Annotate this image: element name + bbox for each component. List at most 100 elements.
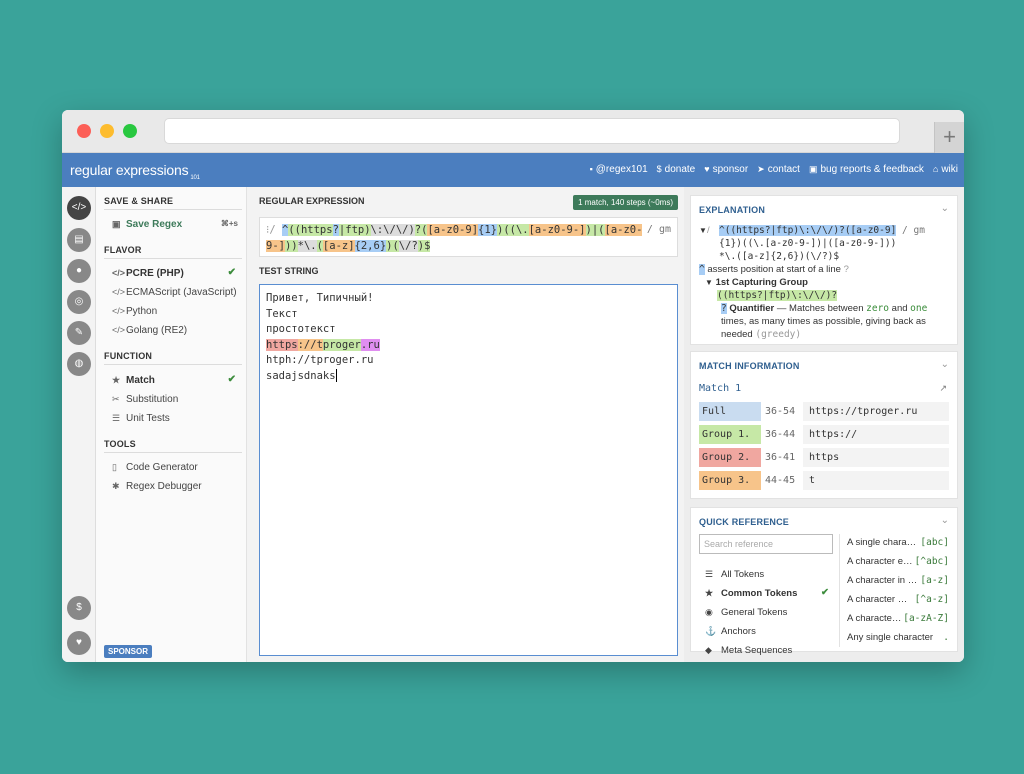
divider — [839, 534, 840, 647]
reference-token-description: A single chara… — [847, 537, 917, 548]
nav-link-bug-reports-feedback[interactable]: ▣ bug reports & feedback — [809, 164, 924, 175]
user-icon[interactable]: ● — [67, 259, 91, 283]
reference-token-row[interactable]: Any single character. — [847, 631, 949, 645]
nav-link-sponsor[interactable]: ♥ sponsor — [704, 164, 748, 175]
flavor-item-pcre[interactable]: </>PCRE (PHP) ✔ — [112, 266, 240, 280]
reference-token: [abc] — [920, 537, 949, 548]
collapse-triangle-icon[interactable]: ▼ — [699, 224, 707, 237]
reference-token-row[interactable]: A character in … [a-z] — [847, 574, 949, 588]
match-highlight: :// — [297, 338, 317, 351]
chevron-down-icon[interactable]: ⌄ — [941, 359, 949, 370]
gamepad-icon[interactable]: ◎ — [67, 290, 91, 314]
match-info-row: Group 1. 36-44 https:// — [699, 425, 949, 444]
nav-links: ▪ @regex101 $ donate ♥ sponsor ➤ contact ▣ bug re… — [590, 164, 958, 175]
nav-link-contact[interactable]: ➤ contact — [757, 164, 800, 175]
test-string-input[interactable]: Привет, Типичный! Текст простотекст http… — [259, 284, 678, 656]
share-icon[interactable]: ↗ — [939, 383, 947, 394]
quick-reference-panel: QUICK REFERENCE ⌄ Search reference ☰ All … — [690, 507, 958, 656]
check-icon: ✔ — [227, 267, 236, 278]
maximize-window-button[interactable] — [123, 124, 137, 138]
match-info-value: https:// — [803, 425, 949, 444]
close-window-button[interactable] — [77, 124, 91, 138]
regex-token: [a-z0-9] — [427, 224, 479, 236]
collapse-triangle-icon[interactable]: ▼ — [705, 278, 713, 287]
sponsor-tag[interactable]: SPONSOR — [104, 645, 153, 658]
chat-icon[interactable]: ◍ — [67, 352, 91, 376]
reference-token-row[interactable]: A character e… [^abc] — [847, 555, 949, 569]
regex-token: ?( — [414, 224, 428, 236]
reference-token-row[interactable]: A characte… [a-zA-Z] — [847, 612, 949, 626]
regex-token: )) — [284, 240, 298, 252]
match-info-range: 36-44 — [765, 429, 796, 440]
divider — [104, 209, 242, 210]
code-icon[interactable]: </> — [67, 196, 91, 220]
match-info-label: Group 2. — [699, 448, 761, 467]
function-item-substitution[interactable]: ✂ Substitution — [112, 392, 240, 406]
file-code-icon: ▯ — [112, 462, 117, 472]
save-regex-button[interactable]: ▣ Save Regex ⌘+s — [112, 217, 240, 231]
bank-icon: ⌂ — [932, 164, 939, 174]
reference-search-input[interactable]: Search reference — [699, 534, 833, 554]
code-icon: </> — [112, 287, 126, 297]
nav-link-wiki[interactable]: ⌂ wiki — [933, 164, 958, 175]
heart-icon: ♥ — [704, 164, 710, 174]
regex-token: {1} — [478, 224, 497, 236]
heart-icon[interactable]: ♥ — [67, 631, 91, 655]
reference-token-row[interactable]: A character … [^a-z] — [847, 593, 949, 607]
flavor-item-ecmascript[interactable]: </>ECMAScript (JavaScript) — [112, 285, 240, 299]
divider — [104, 364, 242, 365]
nav-link-donate[interactable]: $ donate — [657, 164, 696, 175]
reference-category-common-tokens[interactable]: ★ Common Tokens ✔ — [705, 586, 831, 600]
match-info-value: t — [803, 471, 949, 490]
dollar-icon: $ — [656, 164, 662, 174]
scissors-icon: ✂ — [112, 394, 120, 404]
site-logo[interactable]: regular expressions 101 — [70, 162, 200, 181]
chevron-down-icon[interactable]: ⌄ — [941, 203, 949, 214]
reference-category-general-tokens[interactable]: ◉ General Tokens — [705, 605, 831, 619]
star-icon: ★ — [705, 588, 714, 598]
wrench-icon[interactable]: ✎ — [67, 321, 91, 345]
flavor-item-python[interactable]: </>Python — [112, 304, 240, 318]
regex-token: ((https — [288, 224, 333, 236]
test-string-title: TEST STRING — [259, 266, 319, 276]
reference-token-description: A character e… — [847, 556, 913, 567]
function-item-match[interactable]: ★ Match ✔ — [112, 373, 240, 387]
reference-token: [a-z] — [920, 575, 949, 586]
regex-token: ( — [598, 224, 605, 236]
match-highlight: proger — [322, 338, 361, 351]
test-line-match: https://tproger.ru — [266, 338, 671, 354]
dollar-icon[interactable]: $ — [67, 596, 91, 620]
regex-input[interactable]: ⁝/ ^((https?|ftp)\:\/\/)?([a-z0-9]{1})((… — [259, 217, 678, 257]
target-icon: ◉ — [705, 607, 713, 617]
code-icon: </> — [112, 325, 126, 335]
reference-category-all-tokens[interactable]: ☰ All Tokens — [705, 567, 831, 581]
regex-open-delimiter: ⁝/ — [266, 224, 276, 236]
match-info-label: Full match — [699, 402, 761, 436]
match-info-range: 36-41 — [765, 452, 796, 463]
reference-category-meta-sequences[interactable]: ◆ Meta Sequences — [705, 643, 831, 657]
help-icon[interactable]: ? — [844, 264, 849, 275]
explanation-title: EXPLANATION — [699, 205, 766, 215]
function-item-unit-tests[interactable]: ☰ Unit Tests — [112, 411, 240, 425]
address-bar[interactable] — [164, 118, 900, 144]
library-icon[interactable]: ▤ — [67, 228, 91, 252]
save-share-title: SAVE & SHARE — [104, 196, 174, 206]
reference-token-row[interactable]: A single chara… [abc] — [847, 536, 949, 550]
new-tab-button[interactable]: + — [934, 122, 964, 153]
divider — [104, 452, 242, 453]
text-caret — [335, 369, 337, 382]
quantifier-explanation: ? Quantifier — Matches between zero and … — [721, 303, 928, 340]
function-title: FUNCTION — [104, 351, 153, 361]
flavor-item-golang[interactable]: </>Golang (RE2) — [112, 323, 240, 337]
regex-token: \:\/\/) — [370, 224, 415, 236]
reference-category-anchors[interactable]: ⚓ Anchors — [705, 624, 831, 638]
chevron-down-icon[interactable]: ⌄ — [941, 515, 949, 526]
explanation-regex-line: ^((https?|ftp)\:\/\/)?([a-z0-9] / gm — [719, 225, 925, 236]
regex-flags[interactable]: / gm — [647, 222, 671, 238]
right-pane: EXPLANATION ⌄ ▼ / ^((https?|ftp)\:\/\/)?… — [684, 187, 964, 662]
explanation-panel: EXPLANATION ⌄ ▼ / ^((https?|ftp)\:\/\/)?… — [690, 195, 958, 345]
nav-link--regex101[interactable]: ▪ @regex101 — [590, 164, 648, 175]
minimize-window-button[interactable] — [100, 124, 114, 138]
tool-item-regex-debugger[interactable]: ✱ Regex Debugger — [112, 479, 240, 493]
tool-item-code-generator[interactable]: ▯ Code Generator — [112, 460, 240, 474]
